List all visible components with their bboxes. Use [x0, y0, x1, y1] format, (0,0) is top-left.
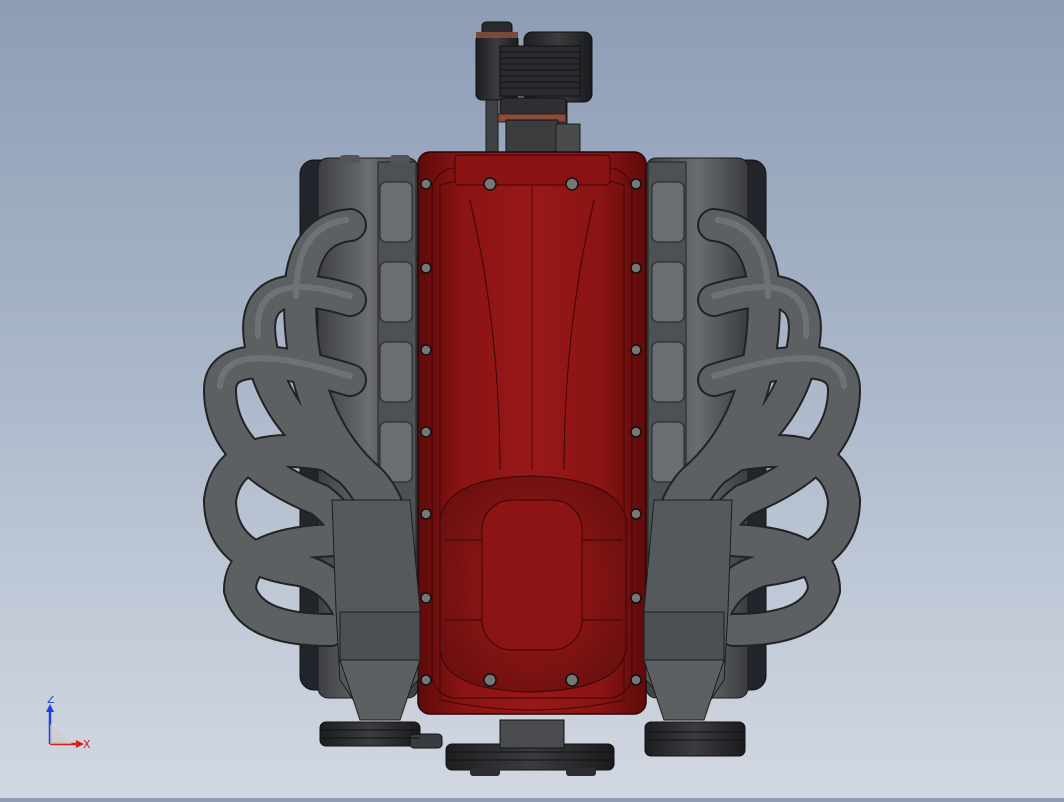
intake-manifold[interactable]: [417, 151, 647, 715]
xz-plane: [50, 724, 72, 744]
collector-right[interactable]: [643, 499, 733, 721]
accessory-drive[interactable]: [319, 719, 746, 776]
engine-model: [202, 21, 862, 776]
collector-left[interactable]: [331, 499, 421, 721]
cad-viewport[interactable]: Z X: [0, 0, 1064, 798]
z-axis-label: Z: [47, 696, 55, 706]
throttle-body[interactable]: [475, 21, 593, 161]
x-axis-label: X: [83, 738, 91, 751]
coordinate-triad: Z X: [38, 693, 100, 756]
